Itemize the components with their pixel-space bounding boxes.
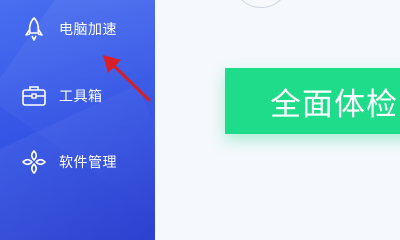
sidebar-item-pc-acceleration[interactable]: 电脑加速 bbox=[0, 9, 155, 49]
software-management-icon bbox=[20, 148, 48, 176]
sidebar: 电脑加速 工具箱 软件管理 bbox=[0, 0, 155, 240]
sidebar-item-label: 电脑加速 bbox=[59, 22, 117, 38]
full-checkup-button[interactable]: 全面体检 bbox=[225, 68, 400, 134]
app-window: 电脑加速 工具箱 软件管理 全面体检 bbox=[0, 0, 400, 240]
sidebar-item-label: 软件管理 bbox=[59, 155, 117, 171]
toolbox-icon bbox=[20, 82, 48, 110]
avatar[interactable] bbox=[232, 0, 290, 8]
rocket-icon bbox=[20, 15, 48, 43]
sidebar-item-software-management[interactable]: 软件管理 bbox=[0, 142, 155, 182]
annotation-arrow-icon bbox=[103, 55, 151, 102]
full-checkup-label: 全面体检 bbox=[270, 86, 398, 123]
